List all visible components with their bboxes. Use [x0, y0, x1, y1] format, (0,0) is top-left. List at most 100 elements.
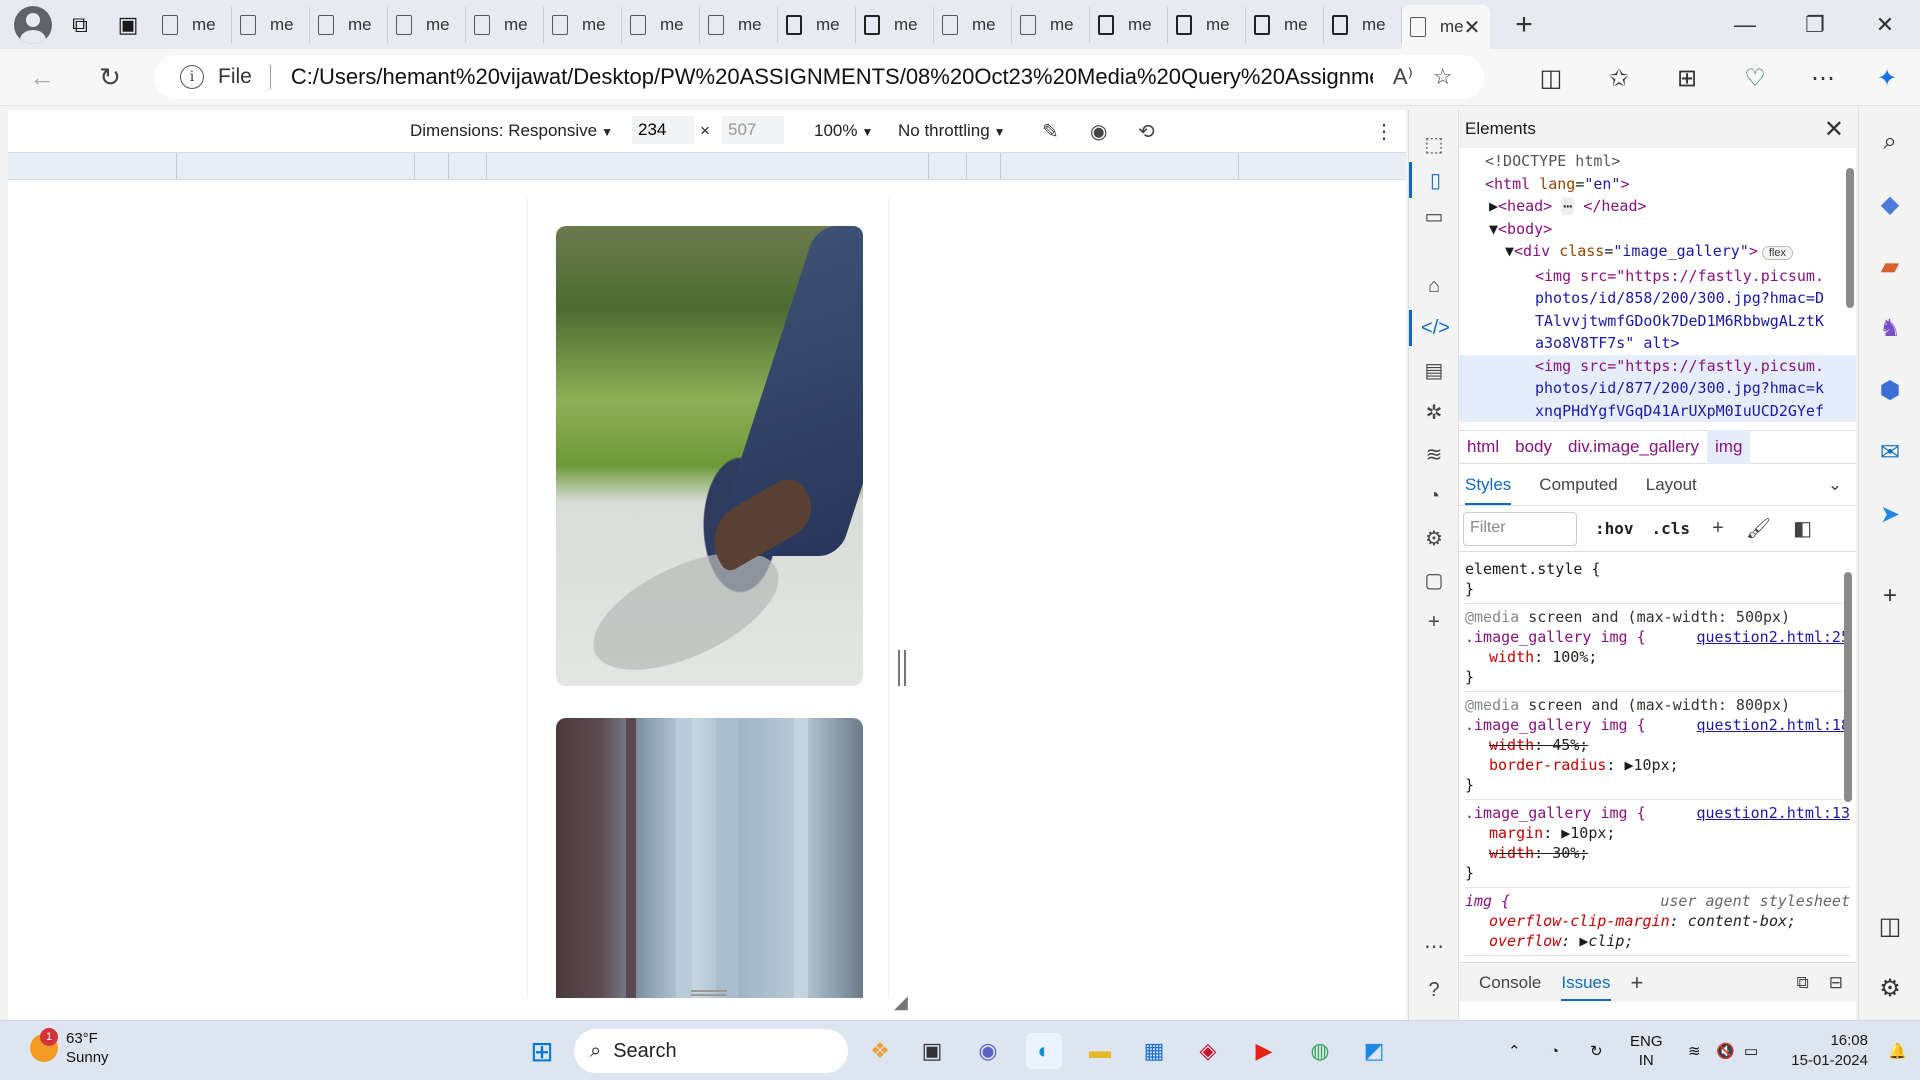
hide-sidebar-icon[interactable]: ◫: [1870, 906, 1910, 946]
sources-bug-icon[interactable]: ✲: [1409, 394, 1459, 430]
chevron-down-icon[interactable]: ⌄: [1828, 475, 1842, 495]
rule-media-500[interactable]: @media screen and (max-width: 500px) que…: [1465, 604, 1850, 692]
console-icon[interactable]: ▤: [1409, 352, 1459, 388]
pinned-app-icon[interactable]: ◩: [1356, 1033, 1392, 1069]
copilot-app-icon[interactable]: ❖: [862, 1033, 898, 1069]
profile-avatar[interactable]: [14, 5, 52, 44]
add-tab-icon[interactable]: +: [1631, 970, 1644, 996]
new-rule-icon[interactable]: +: [1712, 517, 1724, 540]
styles-scrollbar[interactable]: [1844, 572, 1852, 802]
dom-tree[interactable]: <!DOCTYPE html> <html lang="en"> ▶<head>…: [1459, 148, 1856, 430]
browser-tab[interactable]: me: [778, 6, 856, 43]
edge-app-icon[interactable]: ◐: [1026, 1033, 1062, 1069]
elements-icon[interactable]: </>: [1409, 310, 1459, 346]
source-link[interactable]: question2.html:13: [1696, 803, 1850, 823]
memory-icon[interactable]: ⚙: [1409, 520, 1459, 556]
resize-handle-bottom[interactable]: [691, 990, 727, 996]
store-icon[interactable]: ▦: [1136, 1033, 1172, 1069]
tab-styles[interactable]: Styles: [1465, 475, 1512, 505]
device-options-icon[interactable]: ⋮: [1374, 119, 1394, 144]
add-sidebar-app-icon[interactable]: +: [1870, 576, 1910, 616]
favorite-star-icon[interactable]: ☆: [1433, 64, 1453, 90]
url-text[interactable]: C:/Users/hemant%20vijawat/Desktop/PW%20A…: [291, 64, 1373, 90]
close-window-button[interactable]: ✕: [1850, 0, 1920, 49]
source-link[interactable]: question2.html:18: [1696, 715, 1850, 735]
rule-media-800[interactable]: @media screen and (max-width: 800px) que…: [1465, 692, 1850, 800]
device-emulation-icon[interactable]: ▯: [1409, 162, 1459, 198]
close-tab-icon[interactable]: ✕: [1464, 15, 1481, 40]
youtube-icon[interactable]: ▶: [1246, 1033, 1282, 1069]
resize-handle-corner[interactable]: ◢: [894, 992, 908, 1013]
rotate-icon[interactable]: ⟲: [1138, 119, 1155, 144]
settings-gear-icon[interactable]: ⚙: [1870, 968, 1910, 1008]
rule-user-agent[interactable]: user agent stylesheet img { overflow-clip…: [1465, 888, 1850, 956]
vision-deficiency-icon[interactable]: ◉: [1090, 119, 1107, 144]
styles-pane[interactable]: element.style { } @media screen and (max…: [1459, 552, 1856, 972]
no-touch-icon[interactable]: ✎: [1042, 119, 1059, 144]
split-screen-icon[interactable]: ◫: [1534, 61, 1568, 95]
dom-line-img1[interactable]: <img src="https://fastly.picsum.: [1459, 265, 1856, 288]
throttling-dropdown[interactable]: No throttling ▼: [898, 121, 1006, 141]
sidebar-toggle-icon[interactable]: ◧: [1793, 516, 1812, 541]
dimensions-dropdown[interactable]: Dimensions: Responsive ▼: [410, 121, 613, 141]
more-menu-icon[interactable]: ⋯: [1806, 61, 1840, 95]
browser-tab[interactable]: me: [1324, 6, 1402, 43]
breadcrumb-img[interactable]: img: [1707, 430, 1751, 464]
browser-tab-active[interactable]: me ✕: [1402, 5, 1490, 49]
browser-tab[interactable]: me: [1012, 6, 1090, 43]
games-icon[interactable]: ♞: [1870, 308, 1910, 348]
favorites-icon[interactable]: ✩: [1602, 61, 1636, 95]
mcafee-icon[interactable]: ◈: [1190, 1033, 1226, 1069]
microsoft365-icon[interactable]: ⬢: [1870, 370, 1910, 410]
browser-tab[interactable]: me: [154, 6, 232, 43]
dom-line-html[interactable]: <html lang="en">: [1459, 173, 1856, 196]
breadcrumb-body[interactable]: body: [1507, 430, 1560, 464]
minimize-button[interactable]: —: [1710, 0, 1780, 49]
network-icon[interactable]: ≋: [1409, 436, 1459, 472]
volume-mute-icon[interactable]: 🔇: [1716, 1021, 1735, 1080]
browser-essentials-icon[interactable]: ♡: [1738, 61, 1772, 95]
browser-tab[interactable]: me: [622, 6, 700, 43]
hov-toggle[interactable]: :hov: [1595, 519, 1634, 538]
read-aloud-icon[interactable]: A⁾: [1393, 64, 1413, 90]
shopping-tag-icon[interactable]: ◆: [1870, 184, 1910, 224]
dom-line-img2-selected[interactable]: <img src="https://fastly.picsum.: [1459, 354, 1856, 377]
resize-handle-right[interactable]: [898, 650, 906, 686]
browser-tab[interactable]: me: [466, 6, 544, 43]
info-icon[interactable]: i: [180, 65, 204, 89]
tray-chevron-up-icon[interactable]: ⌃: [1508, 1021, 1521, 1080]
tab-computed[interactable]: Computed: [1539, 475, 1617, 495]
close-icon[interactable]: ✕: [1824, 115, 1844, 144]
more-tools-icon[interactable]: +: [1409, 604, 1459, 640]
browser-tab[interactable]: me: [856, 6, 934, 43]
undock-drawer-icon[interactable]: ⧉: [1797, 973, 1809, 993]
zoom-dropdown[interactable]: 100% ▼: [814, 121, 873, 141]
browser-tab[interactable]: me: [1168, 6, 1246, 43]
browser-tab[interactable]: me: [310, 6, 388, 43]
collections-icon[interactable]: ⊞: [1670, 61, 1704, 95]
drop-send-icon[interactable]: ➤: [1870, 494, 1910, 534]
chrome-icon[interactable]: ◍: [1302, 1033, 1338, 1069]
wifi-icon[interactable]: ≋: [1688, 1021, 1701, 1080]
dom-line-body[interactable]: ▼<body>: [1459, 218, 1856, 241]
rule-base[interactable]: question2.html:13 .image_gallery img { ma…: [1465, 800, 1850, 888]
drawer-tab-issues[interactable]: Issues: [1561, 973, 1611, 1001]
copilot-icon[interactable]: ✦: [1870, 61, 1904, 95]
vertical-tabs-icon[interactable]: ▣: [108, 5, 148, 45]
task-view-icon[interactable]: ▣: [914, 1033, 950, 1069]
browser-tab[interactable]: me: [934, 6, 1012, 43]
cls-toggle[interactable]: .cls: [1652, 519, 1691, 538]
rule-element-style[interactable]: element.style { }: [1465, 556, 1850, 604]
collapse-arrow-icon[interactable]: ▼: [1505, 242, 1514, 260]
search-icon[interactable]: ⌕: [1870, 122, 1910, 162]
file-explorer-icon[interactable]: ▬: [1082, 1033, 1118, 1069]
browser-tab[interactable]: me: [1090, 6, 1168, 43]
notification-bell-icon[interactable]: 🔔: [1888, 1021, 1907, 1080]
help-icon[interactable]: ?: [1409, 972, 1459, 1008]
dom-scrollbar[interactable]: [1846, 168, 1854, 308]
browser-tab[interactable]: me: [700, 6, 778, 43]
more-icon[interactable]: ⋯: [1409, 928, 1459, 964]
browser-tab[interactable]: me: [388, 6, 466, 43]
taskbar-search[interactable]: ⌕ Search: [574, 1029, 848, 1073]
welcome-home-icon[interactable]: ⌂: [1409, 268, 1459, 304]
